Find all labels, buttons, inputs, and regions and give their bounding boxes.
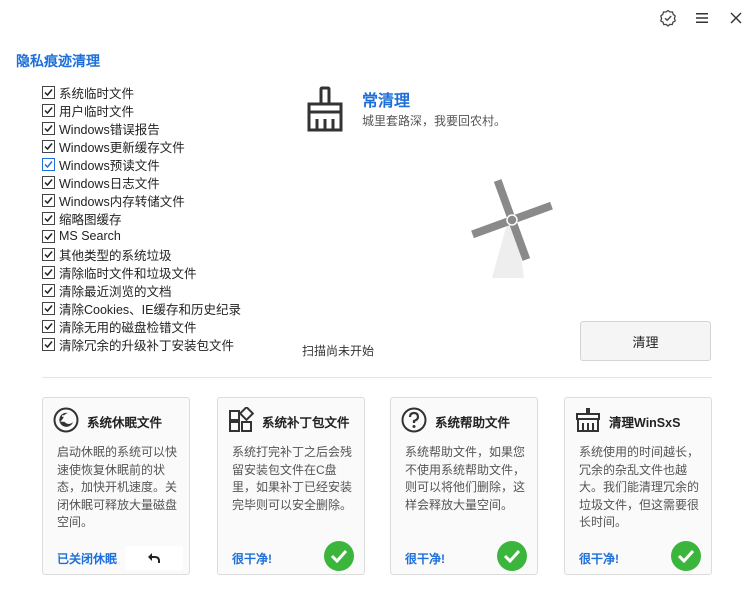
checklist-item[interactable]: 系统临时文件 [42,83,302,101]
checkbox[interactable] [42,193,55,207]
card-description: 系统打完补丁之后会残留安装包文件在C盘里，如果补丁已经安装完毕则可以安全删除。 [232,445,353,512]
checklist-item-label: Windows预读文件 [59,158,160,173]
checkbox[interactable] [42,283,55,297]
card-status: 很干净! [232,552,272,566]
checklist-item-label: Windows错误报告 [59,122,160,137]
checklist-item-label: 清除临时文件和垃圾文件 [59,266,197,281]
card-description: 启动休眠的系统可以快速使恢复休眠前的状态，加快开机速度。关闭休眠可释放大量磁盘空… [57,445,178,529]
checklist-item-label: 缩略图缓存 [59,212,122,227]
checklist-item[interactable]: Windows预读文件 [42,155,302,173]
divider [42,377,712,378]
checklist-item-label: 用户临时文件 [59,104,135,119]
checklist-item[interactable]: 缩略图缓存 [42,209,302,227]
scan-status: 扫描尚未开始 [302,344,375,358]
checklist-item[interactable]: 清除临时文件和垃圾文件 [42,263,302,281]
card-winsxs: 清理WinSxS 系统使用的时间越长，冗余的杂乱文件也越大。我们能清理冗余的垃圾… [564,397,712,575]
hero-subtitle: 城里套路深，我要回农村。 [362,114,507,128]
checklist-item[interactable]: 用户临时文件 [42,101,302,119]
patch-icon [228,405,255,432]
card-description: 系统帮助文件，如果您不使用系统帮助文件，则可以将他们删除，这样会释放大量空间。 [405,445,526,512]
badge-check-icon[interactable] [651,6,685,30]
checklist-item-label: 系统临时文件 [59,86,135,101]
window-controls [651,6,753,30]
sleep-icon [53,407,79,433]
menu-icon[interactable] [685,6,719,30]
cleanup-checklist: 系统临时文件 用户临时文件 Windows错误报告 Windows更新缓存文件 Wind… [42,83,302,353]
checkbox[interactable] [42,139,55,153]
checkbox[interactable] [42,121,55,135]
card-status: 很干净! [405,552,445,566]
checklist-item-label: 清除冗余的升级补丁安装包文件 [59,338,235,353]
hibernation-status-link[interactable]: 已关闭休眠 [57,550,117,567]
winsxs-icon [575,407,600,432]
checklist-item[interactable]: 清除最近浏览的文档 [42,281,302,299]
clean-button[interactable]: 清理 [580,321,711,361]
checklist-item[interactable]: MS Search [42,227,302,245]
checklist-item[interactable]: Windows日志文件 [42,173,302,191]
checkbox[interactable] [42,157,55,171]
checkbox[interactable] [42,247,55,261]
hero-title: 常清理 [362,93,411,110]
card-title: 系统帮助文件 [435,416,511,430]
checkbox[interactable] [42,301,55,315]
checkbox[interactable] [42,103,55,117]
check-icon [324,541,354,571]
card-status: 很干净! [579,552,619,566]
check-icon [497,541,527,571]
checkbox[interactable] [42,265,55,279]
checklist-item-label: MS Search [59,229,121,243]
checklist-item[interactable]: 清除冗余的升级补丁安装包文件 [42,335,302,353]
checklist-item-label: 其他类型的系统垃圾 [59,248,172,263]
checklist-item[interactable]: Windows错误报告 [42,119,302,137]
checklist-item-label: Windows日志文件 [59,176,160,191]
checkbox[interactable] [42,85,55,99]
card-help-files: 系统帮助文件 系统帮助文件，如果您不使用系统帮助文件，则可以将他们删除，这样会释… [390,397,538,575]
close-icon[interactable] [719,6,753,30]
card-description: 系统使用的时间越长，冗余的杂乱文件也越大。我们能清理冗余的垃圾文件，但这需要很长… [579,445,700,529]
checklist-item-label: Windows更新缓存文件 [59,140,185,155]
help-icon [401,407,427,433]
card-title: 清理WinSxS [609,416,681,430]
checklist-item[interactable]: Windows更新缓存文件 [42,137,302,155]
checklist-item-label: 清除最近浏览的文档 [59,284,172,299]
broom-icon [305,86,347,139]
checklist-item-label: Windows内存转储文件 [59,194,185,209]
checklist-item[interactable]: 清除Cookies、IE缓存和历史纪录 [42,299,302,317]
card-hibernation: 系统休眠文件 启动休眠的系统可以快速使恢复休眠前的状态，加快开机速度。关闭休眠可… [42,397,190,575]
checklist-item-label: 清除Cookies、IE缓存和历史纪录 [59,302,241,317]
card-title: 系统补丁包文件 [262,416,350,430]
checklist-item[interactable]: 其他类型的系统垃圾 [42,245,302,263]
checkbox[interactable] [42,175,55,189]
card-title: 系统休眠文件 [87,416,163,430]
checkbox[interactable] [42,229,55,243]
checkbox[interactable] [42,337,55,351]
checklist-item[interactable]: 清除无用的磁盘检错文件 [42,317,302,335]
undo-icon[interactable] [125,546,183,570]
checkbox[interactable] [42,211,55,225]
checklist-item[interactable]: Windows内存转储文件 [42,191,302,209]
checklist-item-label: 清除无用的磁盘检错文件 [59,320,197,335]
card-patch-files: 系统补丁包文件 系统打完补丁之后会残留安装包文件在C盘里，如果补丁已经安装完毕则… [217,397,365,575]
check-icon [671,541,701,571]
section-title: 隐私痕迹清理 [16,53,100,69]
checkbox[interactable] [42,319,55,333]
windmill-illustration [462,176,562,287]
